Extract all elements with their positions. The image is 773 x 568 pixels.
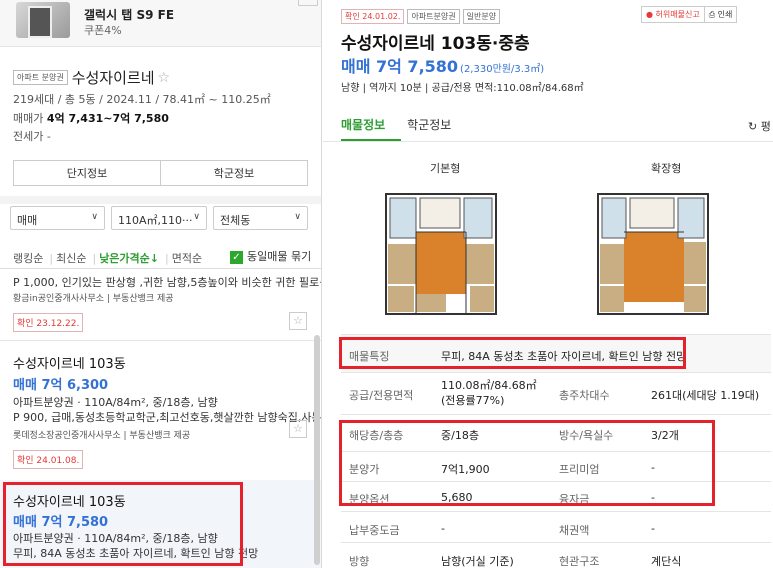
favorite-icon[interactable]: ☆ <box>289 420 307 438</box>
area-select-value: 110A㎡,110··· <box>118 214 193 227</box>
refresh-icon: ↻ <box>748 120 758 133</box>
list-item-name[interactable]: 수성자이르네 103동 <box>13 353 126 372</box>
sale-tag: 일반분양 <box>462 9 501 24</box>
filter-bar: 매매 ∨ 110A㎡,110··· ∨ 전체동 ∨ <box>10 206 315 230</box>
sort-latest[interactable]: 최신순 <box>56 252 86 265</box>
print-label: 인쇄 <box>717 10 733 19</box>
scrollbar[interactable] <box>314 335 320 565</box>
dong-select[interactable]: 전체동 ∨ <box>213 206 308 230</box>
print-button[interactable]: ⎙ 인쇄 <box>704 6 738 23</box>
rating-button[interactable]: ↻ 평 <box>748 118 771 134</box>
table-key: 채권액 <box>559 524 590 537</box>
chevron-down-icon: ∨ <box>193 212 200 222</box>
complex-buttons: 단지정보 학군정보 <box>13 160 308 186</box>
highlight-box <box>339 337 686 369</box>
table-key: 방향 <box>349 555 370 568</box>
report-button[interactable]: ● 허위매물신고 <box>641 6 705 23</box>
complex-name: 수성자이르네 <box>71 69 155 87</box>
list-item-desc: P 900, 급매,동성초등학교학군,최고선호동,햇살깐한 남향숙집,사통··· <box>13 411 322 424</box>
detail-panel: 확인 24.01.02. 아파트분양권 일반분양 ● 허위매물신고 ⎙ 인쇄 수성자이… <box>323 0 773 568</box>
school-info-button[interactable]: 학군정보 <box>161 160 308 186</box>
chevron-down-icon: ∨ <box>91 212 98 222</box>
star-icon[interactable]: ☆ <box>158 70 171 86</box>
floorplan-extended-image[interactable] <box>588 184 718 324</box>
list-item-price: 매매 7억 6,300 <box>13 378 109 393</box>
rating-label: 평 <box>760 120 771 133</box>
type-tag: 아파트분양권 <box>407 9 460 24</box>
table-value: 110.08㎡/84.68㎡(전용률77%) <box>441 379 537 407</box>
tab-school-info[interactable]: 학군정보 <box>407 118 451 132</box>
complex-type-tag: 아파트 분양권 <box>13 70 68 85</box>
table-value: - <box>441 522 445 535</box>
sort-options: 랭킹순 | 최신순 | 낮은가격순↓ | 면적순 <box>13 252 203 265</box>
list-item-agent: 황금in공인중개사사무소 | 부동산뱅크 제공 <box>13 294 174 304</box>
floorplan-ext-label: 확장형 <box>651 162 682 175</box>
list-item-spec: 아파트분양권 · 110A/84m², 중/18층, 남향 <box>13 396 218 409</box>
detail-tags: 확인 24.01.02. 아파트분양권 일반분양 <box>341 6 503 25</box>
check-icon: ✓ <box>230 250 243 264</box>
table-row: 공급/전용면적 110.08㎡/84.68㎡(전용률77%) 총주차대수 261… <box>341 372 771 414</box>
highlight-box <box>3 482 243 566</box>
table-key: 현관구조 <box>559 555 600 568</box>
table-value: - <box>651 522 655 535</box>
detail-tabs: 매물정보 학군정보 <box>341 116 473 133</box>
sort-low-price[interactable]: 낮은가격순↓ <box>99 252 159 265</box>
detail-price: 매매 7억 7,580 (2,330만원/3.3㎡) <box>341 53 544 77</box>
same-group-checkbox[interactable]: ✓ 동일매물 묶기 <box>230 248 311 264</box>
sort-area[interactable]: 면적순 <box>172 252 202 265</box>
ad-title: 갤럭시 탭 S9 FE <box>84 8 175 22</box>
table-key: 공급/전용면적 <box>349 389 414 402</box>
complex-price: 매매가 4억 7,431~7억 7,580 <box>13 110 169 126</box>
tab-listing-info[interactable]: 매물정보 <box>341 118 385 132</box>
highlight-box <box>339 420 715 506</box>
list-item-desc[interactable]: P 1,000, 인기있는 판상형 ,귀한 남향,5층높이와 비슷한 귀한 필로… <box>13 274 321 290</box>
table-value: 261대(세대당 1.19대) <box>651 389 760 402</box>
price-range: 4억 7,431~7억 7,580 <box>46 112 169 125</box>
listing-panel: 갤럭시 탭 S9 FE 쿠폰4% 아파트 분양권 수성자이르네 ☆ 219세대 / … <box>0 0 322 568</box>
tablet-thumbnail <box>16 2 70 38</box>
table-key: 납부중도금 <box>349 524 400 537</box>
floorplan-basic-image[interactable] <box>376 184 506 324</box>
complex-title: 아파트 분양권 수성자이르네 ☆ <box>13 67 170 88</box>
price-label: 매매가 <box>13 112 44 125</box>
report-label: 허위매물신고 <box>655 10 700 19</box>
detail-price-per-area: (2,330만원/3.3㎡) <box>460 64 545 75</box>
ad-coupon: 쿠폰4% <box>84 24 122 37</box>
confirm-badge: 확인 24.01.08. <box>13 450 84 469</box>
danji-info-button[interactable]: 단지정보 <box>13 160 161 186</box>
print-icon: ⎙ <box>708 10 716 19</box>
table-key: 총주차대수 <box>559 389 610 402</box>
table-value: 남향(거실 기준) <box>441 555 514 568</box>
chevron-down-icon: ∨ <box>294 212 301 222</box>
ad-banner[interactable]: 갤럭시 탭 S9 FE 쿠폰4% <box>0 0 321 47</box>
sort-ranking[interactable]: 랭킹순 <box>13 252 43 265</box>
complex-jeonse: 전세가 - <box>13 130 51 143</box>
list-item-agent: 롯데정소장공인중개사사무소 | 부동산뱅크 제공 <box>13 431 191 441</box>
detail-meta: 남향 | 역까지 10분 | 공급/전용 면적:110.08㎡/84.68㎡ <box>341 83 584 94</box>
ad-badge <box>298 0 318 6</box>
confirm-date-tag: 확인 24.01.02. <box>341 9 405 24</box>
table-row: 납부중도금 - 채권액 - <box>341 511 771 542</box>
table-row: 방향 남향(거실 기준) 현관구조 계단식 <box>341 542 771 568</box>
siren-icon: ● <box>646 10 653 19</box>
detail-title: 수성자이르네 103동·중층 <box>341 34 530 54</box>
floorplan-basic-label: 기본형 <box>430 162 461 175</box>
confirm-badge: 확인 23.12.22. <box>13 313 84 332</box>
detail-price-value: 매매 7억 7,580 <box>341 57 459 76</box>
trade-select-value: 매매 <box>17 214 38 227</box>
complex-info: 219세대 / 총 5동 / 2024.11 / 78.41㎡ ~ 110.25… <box>13 93 271 106</box>
dong-select-value: 전체동 <box>220 214 251 227</box>
divider <box>0 196 321 204</box>
trade-select[interactable]: 매매 ∨ <box>10 206 105 230</box>
table-value: 계단식 <box>651 555 682 568</box>
same-group-label: 동일매물 묶기 <box>247 250 312 263</box>
area-select[interactable]: 110A㎡,110··· ∨ <box>111 206 207 230</box>
favorite-icon[interactable]: ☆ <box>289 312 307 330</box>
detail-actions: ● 허위매물신고 ⎙ 인쇄 <box>641 6 738 23</box>
